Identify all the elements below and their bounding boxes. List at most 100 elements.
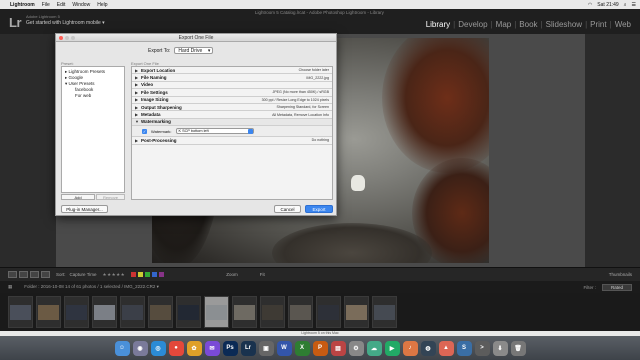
lightroom-dock-icon[interactable]: Lr [240, 340, 256, 356]
filmstrip-thumbnail[interactable] [372, 296, 397, 328]
section-image-sizing[interactable]: ▶ Image Sizing 300 ppi / Resize Long Edge … [132, 96, 332, 104]
section-post-processing[interactable]: ▶ Post-Processing Do nothing [132, 137, 332, 145]
blue-label-icon[interactable] [152, 272, 158, 277]
mobile-promo-link[interactable]: Get started with Lightroom mobile ▾ [26, 20, 105, 26]
sort-value[interactable]: Capture Time [70, 272, 97, 277]
dialog-titlebar[interactable]: Export One File [56, 34, 336, 42]
module-print[interactable]: Print [587, 20, 609, 29]
chrome-icon[interactable]: ● [168, 340, 184, 356]
downloads-icon[interactable]: ⬇ [492, 340, 508, 356]
menu-file[interactable]: File [42, 2, 50, 8]
preview-icon[interactable]: ▣ [258, 340, 274, 356]
messages-icon[interactable]: ☁ [366, 340, 382, 356]
module-web[interactable]: Web [612, 20, 634, 29]
thumbnail-image [150, 304, 171, 320]
mac-menu-bar: Lightroom File Edit Window Help ◠ Sat 21… [0, 0, 640, 9]
section-watermarking[interactable]: ▼ Watermarking [132, 118, 332, 127]
filmstrip-thumbnail[interactable] [8, 296, 33, 328]
watermark-select[interactable]: K SCP bottom left [175, 128, 254, 135]
filmstrip-thumbnail[interactable] [344, 296, 369, 328]
menu-window[interactable]: Window [72, 2, 90, 8]
menu-app-name[interactable]: Lightroom [10, 2, 35, 8]
red-label-icon[interactable] [131, 272, 137, 277]
module-book[interactable]: Book [516, 20, 540, 29]
survey-view-icon[interactable] [41, 271, 50, 278]
cancel-button[interactable]: Cancel [274, 205, 301, 213]
add-preset-button[interactable]: Add [61, 194, 95, 200]
word-icon[interactable]: W [276, 340, 292, 356]
watermark-label: Watermark: [151, 128, 172, 134]
section-metadata[interactable]: ▶ Metadata All Metadata, Remove Location I… [132, 111, 332, 119]
grid-view-icon[interactable] [8, 271, 17, 278]
filmstrip-thumbnail[interactable] [92, 296, 117, 328]
presets-list: ▸ Lightroom Presets ▸ Google ▾ User Pres… [61, 66, 125, 193]
facetime-icon[interactable]: ▶ [384, 340, 400, 356]
rating-stars-icon[interactable]: ★★★★★ [103, 272, 126, 278]
terminal-icon[interactable]: > [474, 340, 490, 356]
section-file-naming[interactable]: ▶ File Naming IMG_2222.jpg [132, 74, 332, 82]
photos-icon[interactable]: ✿ [186, 340, 202, 356]
calendar-icon[interactable]: ▤ [330, 340, 346, 356]
filmstrip-thumbnail[interactable] [316, 296, 341, 328]
fit-label[interactable]: Fit [260, 272, 265, 277]
zoom-label: Zoom [226, 272, 238, 277]
menu-status-area: ◠ Sat 21:49 ⌕ ☰ [588, 2, 636, 8]
filmstrip-thumbnail[interactable] [288, 296, 313, 328]
grid-small-icon[interactable]: ▦ [8, 284, 12, 290]
yellow-label-icon[interactable] [138, 272, 144, 277]
search-icon[interactable]: ⌕ [624, 2, 627, 8]
compare-view-icon[interactable] [30, 271, 39, 278]
skype-icon[interactable]: S [456, 340, 472, 356]
section-file-settings[interactable]: ▶ File Settings JPEG (No more than 450K) /… [132, 89, 332, 97]
menu-list-icon[interactable]: ☰ [632, 2, 636, 8]
filmstrip-thumbnail[interactable] [204, 296, 229, 328]
excel-icon[interactable]: X [294, 340, 310, 356]
safari-icon[interactable]: ◎ [150, 340, 166, 356]
mail-icon[interactable]: ✉ [204, 340, 220, 356]
module-develop[interactable]: Develop [455, 20, 490, 29]
export-to-select[interactable]: Hard Drive [174, 47, 214, 54]
module-map[interactable]: Map [493, 20, 515, 29]
photoshop-icon[interactable]: Ps [222, 340, 238, 356]
window-title: Lightroom 5 Catalog.lrcat - Adobe Photos… [255, 10, 384, 15]
finder-icon[interactable]: ☺ [114, 340, 130, 356]
trash-icon[interactable]: 🗑 [510, 340, 526, 356]
filmstrip-thumbnail[interactable] [232, 296, 257, 328]
menu-help[interactable]: Help [97, 2, 107, 8]
clock[interactable]: Sat 21:49 [597, 2, 618, 8]
plugin-manager-button[interactable]: Plug-in Manager... [61, 205, 108, 213]
filmstrip-thumbnail[interactable] [176, 296, 201, 328]
section-export-location[interactable]: ▶ Export Location Choose folder later [132, 67, 332, 75]
filmstrip-thumbnail[interactable] [260, 296, 285, 328]
filmstrip-info[interactable]: Folder : 2016-10-08 14 of 61 photos / 1 … [24, 284, 159, 290]
green-label-icon[interactable] [145, 272, 151, 277]
lightroom-header: Lightroom 5 Catalog.lrcat - Adobe Photos… [0, 9, 640, 34]
export-button[interactable]: Export [305, 205, 333, 213]
watermark-checkbox[interactable]: ✓ [142, 128, 147, 134]
filmstrip-thumbnail[interactable] [120, 296, 145, 328]
right-panel [585, 34, 640, 267]
filter-select[interactable]: Rated [601, 283, 632, 291]
filter-area: Filter : Rated [583, 283, 632, 291]
settings-icon[interactable]: ⚙ [348, 340, 364, 356]
powerpoint-icon[interactable]: P [312, 340, 328, 356]
preset-for-web[interactable]: For web [65, 93, 121, 99]
remove-preset-button[interactable]: Remove [96, 194, 125, 200]
dialog-title: Export One File [178, 35, 214, 41]
vlc-icon[interactable]: ▲ [438, 340, 454, 356]
module-slideshow[interactable]: Slideshow [543, 20, 585, 29]
module-library[interactable]: Library [423, 20, 453, 29]
menu-edit[interactable]: Edit [57, 2, 66, 8]
purple-label-icon[interactable] [159, 272, 165, 277]
filmstrip-thumbnail[interactable] [148, 296, 173, 328]
launchpad-icon[interactable]: ◉ [132, 340, 148, 356]
itunes-icon[interactable]: ♪ [402, 340, 418, 356]
filmstrip-thumbnail[interactable] [64, 296, 89, 328]
steam-icon[interactable]: ◍ [420, 340, 436, 356]
section-video[interactable]: ▶ Video [132, 81, 332, 90]
loupe-view-icon[interactable] [19, 271, 28, 278]
filmstrip-thumbnail[interactable] [36, 296, 61, 328]
section-output-sharpening[interactable]: ▶ Output Sharpening Sharpening Standard, f… [132, 103, 332, 112]
wifi-icon[interactable]: ◠ [588, 2, 592, 8]
thumbnail-image [122, 304, 143, 320]
